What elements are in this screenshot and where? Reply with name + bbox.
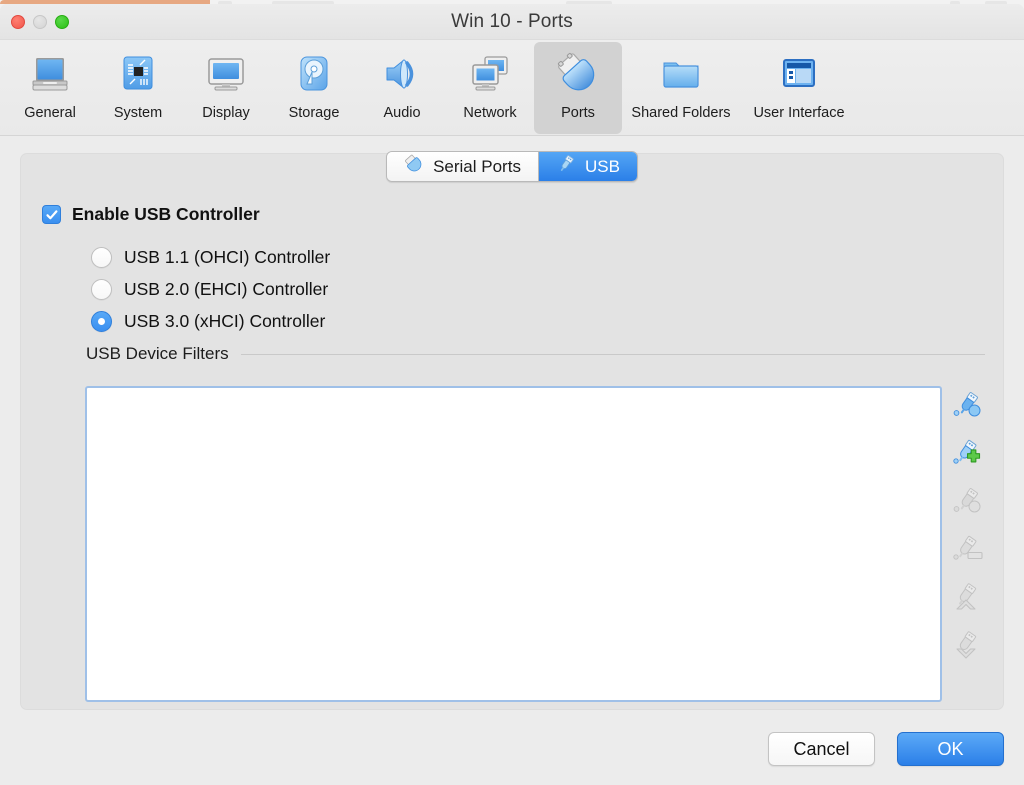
motherboard-icon (112, 48, 164, 100)
usb-controller-radio-group: USB 1.1 (OHCI) Controller USB 2.0 (EHCI)… (91, 241, 330, 337)
move-filter-down-icon (951, 629, 985, 663)
serial-port-icon (404, 154, 424, 179)
toolbar-item-ports[interactable]: Ports (534, 42, 622, 134)
segmented-control: Serial Ports USB (386, 151, 638, 182)
radio-usb-2-0[interactable] (91, 278, 112, 300)
remove-filter-icon (951, 533, 985, 567)
toolbar-label-display: Display (202, 105, 250, 121)
toolbar-item-system[interactable]: System (94, 42, 182, 134)
enable-usb-controller-row[interactable]: Enable USB Controller (42, 204, 260, 225)
ok-button[interactable]: OK (897, 732, 1004, 766)
tab-label-usb: USB (584, 156, 620, 176)
toolbar-item-audio[interactable]: Audio (358, 42, 446, 134)
radio-row-usb-1-1[interactable]: USB 1.1 (OHCI) Controller (91, 241, 330, 273)
radio-usb-1-1[interactable] (91, 246, 112, 268)
folder-icon (655, 48, 707, 100)
computer-icon (24, 48, 76, 100)
enable-usb-controller-checkbox[interactable] (42, 205, 61, 224)
toolbar-item-general[interactable]: General (6, 42, 94, 134)
usb-plug-icon (556, 154, 576, 179)
usb-device-filters-list[interactable] (85, 386, 942, 702)
radio-row-usb-2-0[interactable]: USB 2.0 (EHCI) Controller (91, 273, 330, 305)
toolbar-label-network: Network (463, 105, 517, 121)
toolbar-label-user-interface: User Interface (753, 105, 845, 121)
toolbar-item-storage[interactable]: Storage (270, 42, 358, 134)
edit-filter-icon (951, 485, 985, 519)
radio-usb-3-0[interactable] (91, 310, 112, 332)
ports-tabbar: Serial Ports USB (21, 151, 1003, 182)
add-filter-from-device-icon[interactable] (951, 389, 985, 423)
dialog-button-bar: Cancel OK (0, 732, 1024, 766)
network-icon (464, 48, 516, 100)
usb-device-filters-title: USB Device Filters (86, 344, 229, 363)
ports-icon (552, 48, 604, 100)
radio-row-usb-3-0[interactable]: USB 3.0 (xHCI) Controller (91, 305, 330, 337)
radio-label-usb-3-0: USB 3.0 (xHCI) Controller (124, 310, 326, 331)
toolbar-label-general: General (24, 105, 76, 121)
move-filter-up-icon (951, 581, 985, 615)
monitor-icon (200, 48, 252, 100)
tab-usb[interactable]: USB (537, 152, 637, 181)
tab-serial-ports[interactable]: Serial Ports (387, 152, 538, 181)
toolbar-item-user-interface[interactable]: User Interface (740, 42, 858, 134)
checkmark-icon (45, 209, 57, 219)
titlebar: Win 10 - Ports (0, 4, 1024, 40)
section-divider (240, 353, 985, 355)
add-new-filter-icon[interactable] (951, 437, 985, 471)
speaker-icon (376, 48, 428, 100)
toolbar-label-system: System (113, 105, 163, 121)
settings-window: Win 10 - Ports General System Display St… (0, 4, 1024, 785)
toolbar-item-network[interactable]: Network (446, 42, 534, 134)
radio-label-usb-2-0: USB 2.0 (EHCI) Controller (124, 278, 329, 299)
user-interface-icon (773, 48, 825, 100)
toolbar-label-ports: Ports (561, 105, 595, 121)
toolbar-label-shared-folders: Shared Folders (631, 105, 731, 121)
toolbar-label-audio: Audio (383, 105, 421, 121)
toolbar-label-storage: Storage (288, 105, 340, 121)
usb-filter-toolbar (951, 389, 985, 663)
toolbar-item-display[interactable]: Display (182, 42, 270, 134)
usb-device-filters-section-header: USB Device Filters (86, 344, 985, 364)
cancel-button[interactable]: Cancel (768, 732, 875, 766)
tab-label-serial-ports: Serial Ports (433, 156, 521, 176)
enable-usb-controller-label: Enable USB Controller (72, 204, 260, 224)
toolbar-item-shared-folders[interactable]: Shared Folders (622, 42, 740, 134)
settings-toolbar: General System Display Storage Audio Net… (0, 40, 1024, 136)
radio-label-usb-1-1: USB 1.1 (OHCI) Controller (124, 246, 331, 267)
settings-panel: Serial Ports USB Enable USB Controller U… (20, 151, 1004, 710)
harddisk-icon (288, 48, 340, 100)
window-title: Win 10 - Ports (451, 11, 573, 32)
